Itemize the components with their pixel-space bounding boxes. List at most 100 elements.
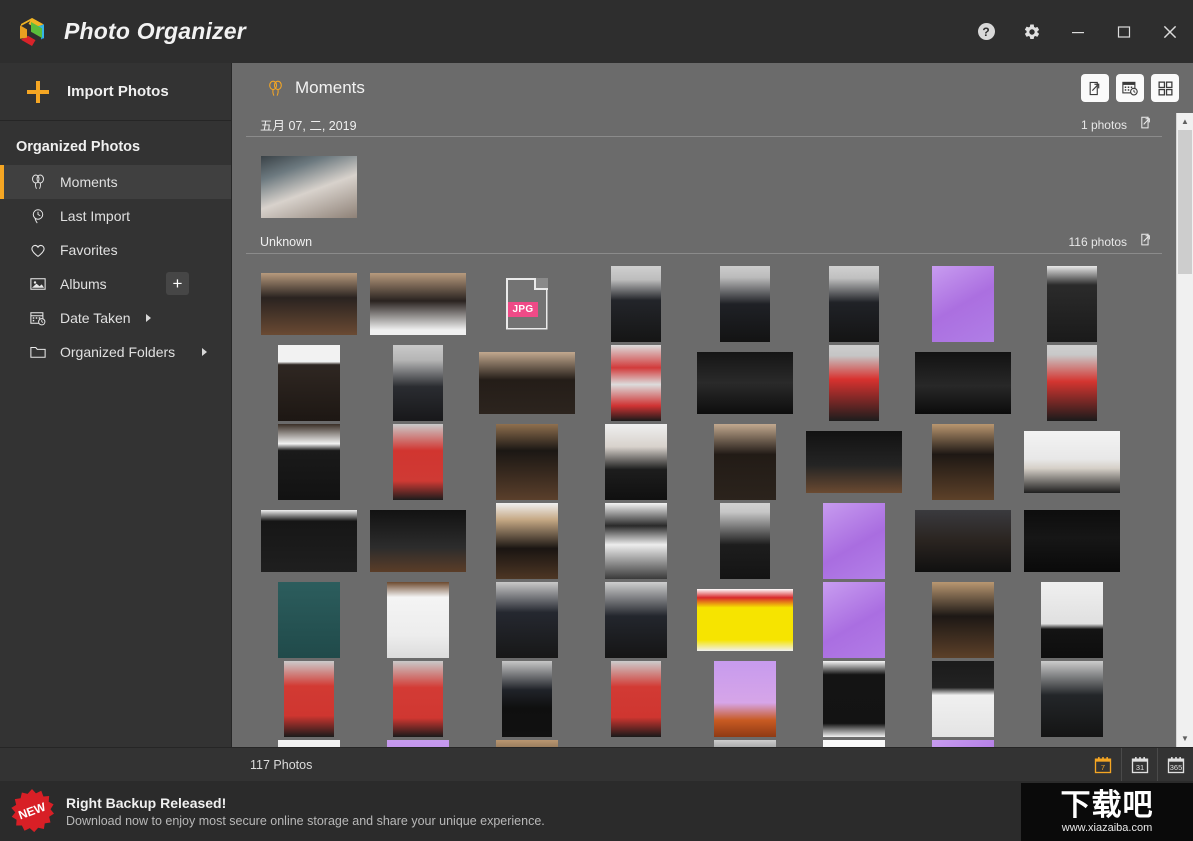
photo-thumbnail[interactable] <box>799 659 908 738</box>
photo-thumbnail[interactable] <box>581 264 690 343</box>
add-album-button[interactable]: + <box>166 272 189 295</box>
promo-subtext: Download now to enjoy most secure online… <box>66 814 545 828</box>
sidebar-item-label: Moments <box>60 174 118 190</box>
new-badge-icon: NEW <box>10 789 54 833</box>
date-taken-button[interactable] <box>1116 74 1144 102</box>
photo-thumbnail[interactable] <box>1017 659 1126 738</box>
photo-thumbnail[interactable] <box>581 501 690 580</box>
photo-thumbnail[interactable] <box>254 147 363 226</box>
photo-thumbnail[interactable] <box>908 659 1017 738</box>
photo-thumbnail[interactable] <box>799 422 908 501</box>
sidebar-item-albums[interactable]: Albums + <box>0 267 231 301</box>
photo-thumbnail[interactable] <box>799 501 908 580</box>
photo-thumbnail[interactable] <box>363 264 472 343</box>
sidebar-item-last-import[interactable]: Last Import <box>0 199 231 233</box>
photo-thumbnail[interactable] <box>581 343 690 422</box>
minimize-button[interactable] <box>1055 0 1101 63</box>
photo-thumbnail[interactable] <box>254 580 363 659</box>
photo-thumbnail[interactable] <box>908 580 1017 659</box>
photo-thumbnail[interactable] <box>472 422 581 501</box>
photo-thumbnail[interactable] <box>908 343 1017 422</box>
calendar-sheet-partial <box>823 740 885 748</box>
scroll-up-arrow[interactable]: ▲ <box>1177 113 1193 130</box>
chevron-right-icon[interactable] <box>202 348 207 356</box>
watermark-url: www.xiazaiba.com <box>1062 822 1152 834</box>
model-thumbnail-dark <box>502 661 552 737</box>
photo-thumbnail[interactable] <box>581 422 690 501</box>
photo-thumbnail[interactable] <box>581 580 690 659</box>
photo-thumbnail[interactable] <box>363 580 472 659</box>
svg-text:7: 7 <box>1101 763 1105 772</box>
photo-thumbnail[interactable] <box>1017 264 1126 343</box>
photo-thumbnail[interactable] <box>472 659 581 738</box>
expand-group-button[interactable] <box>1139 115 1154 135</box>
photo-thumbnail[interactable] <box>799 738 908 747</box>
jpg-file-label: JPG <box>508 302 539 317</box>
photo-thumbnail[interactable] <box>363 738 472 747</box>
sidebar-item-date-taken[interactable]: Date Taken <box>0 301 231 335</box>
help-button[interactable]: ? <box>963 0 1009 63</box>
vertical-scrollbar[interactable]: ▲ ▼ <box>1176 113 1193 747</box>
close-button[interactable] <box>1147 0 1193 63</box>
grid-view-button[interactable] <box>1151 74 1179 102</box>
photo-thumbnail[interactable] <box>908 422 1017 501</box>
close-icon <box>1161 23 1179 41</box>
month-view-button[interactable]: 31 <box>1121 748 1157 782</box>
photo-thumbnail[interactable] <box>581 738 690 747</box>
photo-thumbnail[interactable] <box>908 738 1017 747</box>
photo-thumbnail[interactable] <box>1017 501 1126 580</box>
photo-thumbnail[interactable] <box>690 501 799 580</box>
scrollbar-thumb[interactable] <box>1178 130 1192 274</box>
sidebar-item-moments[interactable]: Moments <box>0 165 231 199</box>
model-red-dress-pair <box>611 345 661 421</box>
sidebar-item-label: Albums <box>60 276 107 292</box>
photo-thumbnail[interactable] <box>1017 343 1126 422</box>
photo-thumbnail[interactable] <box>254 264 363 343</box>
photo-thumbnail[interactable] <box>254 659 363 738</box>
photo-thumbnail[interactable] <box>690 659 799 738</box>
share-external-button[interactable] <box>1081 74 1109 102</box>
photo-thumbnail[interactable] <box>472 580 581 659</box>
photo-thumbnail[interactable] <box>363 659 472 738</box>
settings-button[interactable] <box>1009 0 1055 63</box>
photo-thumbnail[interactable] <box>690 580 799 659</box>
photo-thumbnail[interactable] <box>472 738 581 747</box>
expand-group-button[interactable] <box>1139 232 1154 252</box>
content-header: Moments <box>232 63 1193 113</box>
photo-thumbnail[interactable] <box>799 343 908 422</box>
calendar-view-buttons: 7 31365 <box>1085 748 1193 782</box>
photo-thumbnail[interactable] <box>363 343 472 422</box>
sidebar-item-favorites[interactable]: Favorites <box>0 233 231 267</box>
photo-thumbnail[interactable] <box>690 343 799 422</box>
photo-thumbnail[interactable] <box>908 501 1017 580</box>
scrollbar-track[interactable] <box>1177 130 1193 730</box>
photo-thumbnail[interactable] <box>690 264 799 343</box>
year-view-button[interactable]: 365 <box>1157 748 1193 782</box>
sidebar-item-organized-folders[interactable]: Organized Folders <box>0 335 231 369</box>
photo-thumbnail[interactable] <box>690 422 799 501</box>
photo-thumbnail[interactable] <box>581 659 690 738</box>
photo-thumbnail[interactable] <box>1017 580 1126 659</box>
photo-thumbnail[interactable] <box>908 264 1017 343</box>
photo-thumbnail[interactable] <box>799 580 908 659</box>
photo-thumbnail[interactable] <box>472 343 581 422</box>
promo-banner[interactable]: NEW Right Backup Released! Download now … <box>0 781 1193 841</box>
minimize-icon <box>1070 24 1086 40</box>
import-photos-button[interactable]: Import Photos <box>0 63 231 121</box>
chevron-right-icon[interactable] <box>146 314 151 322</box>
photo-thumbnail[interactable] <box>690 738 799 747</box>
photo-thumbnail[interactable] <box>254 738 363 747</box>
photo-thumbnail[interactable] <box>799 264 908 343</box>
maximize-button[interactable] <box>1101 0 1147 63</box>
photo-thumbnail[interactable] <box>254 501 363 580</box>
photo-thumbnail[interactable] <box>363 422 472 501</box>
photo-group-header: 五月 07, 二, 20191 photos <box>246 113 1162 137</box>
photo-thumbnail[interactable] <box>363 501 472 580</box>
photo-thumbnail[interactable] <box>472 501 581 580</box>
photo-thumbnail[interactable] <box>1017 422 1126 501</box>
scroll-down-arrow[interactable]: ▼ <box>1177 730 1193 747</box>
day-view-button[interactable]: 7 <box>1085 748 1121 782</box>
photo-thumbnail[interactable] <box>254 422 363 501</box>
photo-thumbnail[interactable]: JPG <box>472 264 581 343</box>
photo-thumbnail[interactable] <box>254 343 363 422</box>
